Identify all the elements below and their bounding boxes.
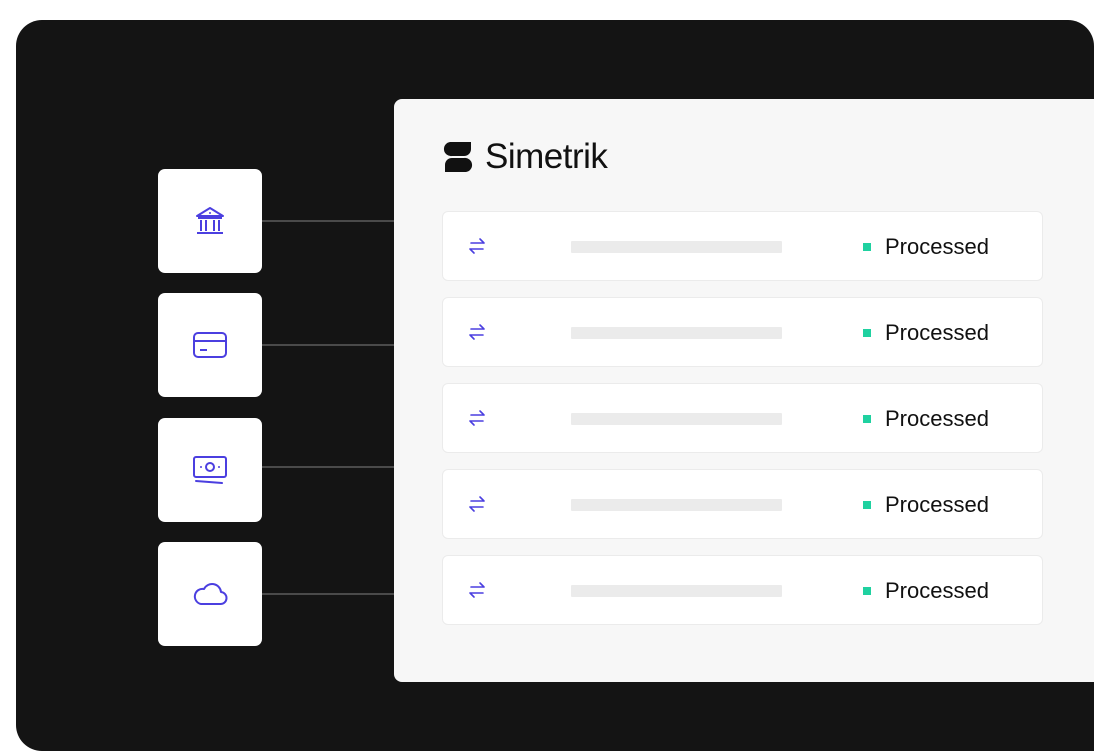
placeholder-bar xyxy=(571,585,782,597)
status-text: Processed xyxy=(885,406,989,431)
status-text: Processed xyxy=(885,492,989,517)
brand: Simetrik xyxy=(441,135,608,179)
transfer-arrows-icon xyxy=(465,492,489,516)
status-dot xyxy=(863,501,871,509)
status-text: Processed xyxy=(885,320,989,345)
connector-line xyxy=(262,220,394,222)
source-card-bank xyxy=(158,169,262,273)
status-badge: Processed xyxy=(863,406,989,432)
status-text: Processed xyxy=(885,234,989,259)
source-card-cash xyxy=(158,418,262,522)
hero-illustration: Simetrik Processed Processed Processed P… xyxy=(16,20,1094,751)
status-dot xyxy=(863,587,871,595)
table-row: Processed xyxy=(442,383,1043,453)
status-badge: Processed xyxy=(863,320,989,346)
placeholder-bar xyxy=(571,499,782,511)
status-dot xyxy=(863,415,871,423)
placeholder-bar xyxy=(571,327,782,339)
transfer-arrows-icon xyxy=(465,234,489,258)
status-badge: Processed xyxy=(863,234,989,260)
status-dot xyxy=(863,329,871,337)
source-card-card xyxy=(158,293,262,397)
table-row: Processed xyxy=(442,211,1043,281)
credit-card-icon xyxy=(190,325,230,365)
bank-icon xyxy=(190,201,230,241)
status-dot xyxy=(863,243,871,251)
transfer-arrows-icon xyxy=(465,578,489,602)
table-row: Processed xyxy=(442,469,1043,539)
table-row: Processed xyxy=(442,297,1043,367)
transaction-list: Processed Processed Processed Processed … xyxy=(442,211,1043,641)
connector-line xyxy=(262,344,394,346)
transfer-arrows-icon xyxy=(465,320,489,344)
connector-line xyxy=(262,466,394,468)
placeholder-bar xyxy=(571,241,782,253)
status-badge: Processed xyxy=(863,492,989,518)
status-badge: Processed xyxy=(863,578,989,604)
brand-name: Simetrik xyxy=(485,137,608,176)
connector-line xyxy=(262,593,394,595)
cloud-icon xyxy=(190,574,230,614)
simetrik-logo-icon xyxy=(441,140,475,174)
transfer-arrows-icon xyxy=(465,406,489,430)
placeholder-bar xyxy=(571,413,782,425)
banknote-icon xyxy=(190,450,230,490)
reconciliation-panel: Simetrik Processed Processed Processed P… xyxy=(394,99,1094,682)
table-row: Processed xyxy=(442,555,1043,625)
source-card-cloud xyxy=(158,542,262,646)
status-text: Processed xyxy=(885,578,989,603)
